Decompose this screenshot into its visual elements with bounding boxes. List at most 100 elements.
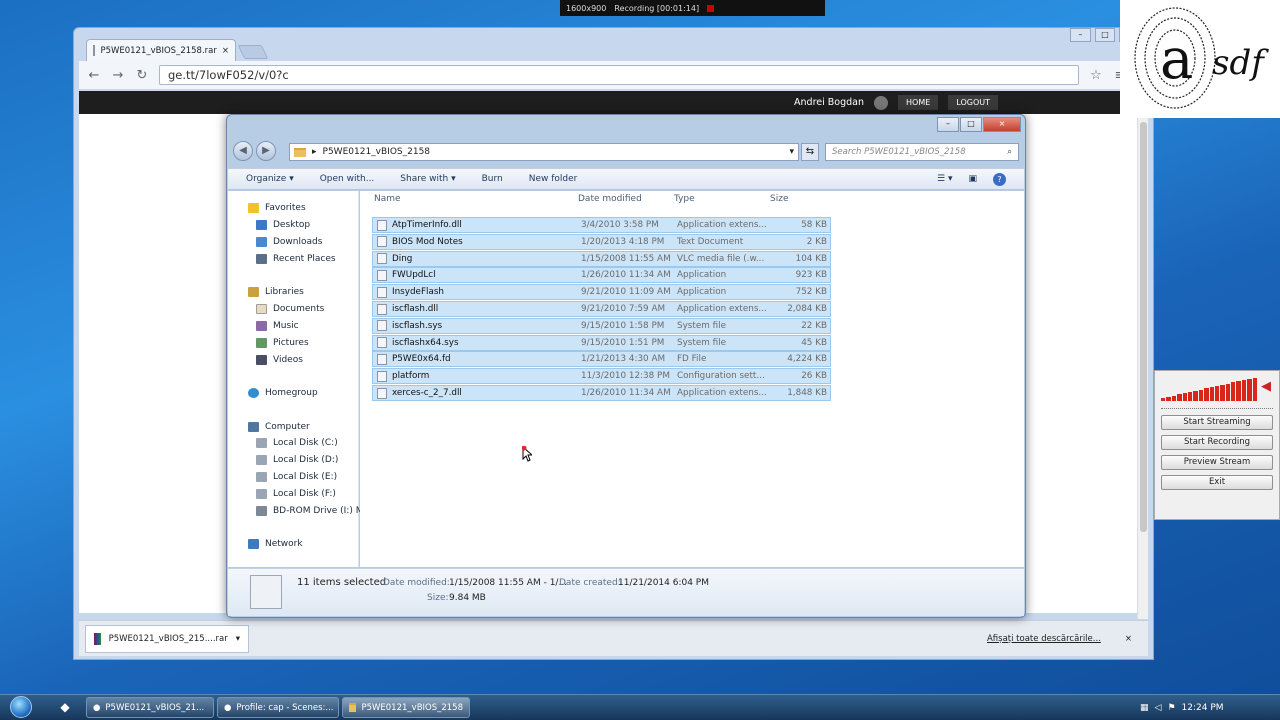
clock[interactable]: 12:24 PM [1182, 703, 1224, 713]
maximize-button[interactable]: □ [1094, 28, 1116, 42]
taskbar-item-browser[interactable]: ● P5WE0121_vBIOS_21... [86, 697, 214, 718]
table-row[interactable]: FWUpdLcl 1/26/2010 11:34 AM Application 923… [372, 267, 831, 284]
nav-recent-places[interactable]: Recent Places [256, 254, 336, 264]
nav-computer[interactable]: Computer [248, 422, 310, 432]
nav-music[interactable]: Music [256, 321, 299, 331]
exit-button[interactable]: Exit [1161, 475, 1273, 490]
breadcrumb-arrow-icon[interactable]: ▸ [312, 147, 317, 157]
nav-disk-c[interactable]: Local Disk (C:) [256, 438, 338, 448]
flag-icon[interactable]: ⚑ [1167, 703, 1175, 713]
size-label: Size: [427, 593, 449, 603]
file-date: 1/15/2008 11:55 AM [581, 253, 671, 264]
refresh-icon[interactable]: ⇆ [801, 143, 819, 161]
url-bar[interactable]: ge.tt/7lowF052/v/0?c [159, 65, 1079, 85]
file-icon [377, 320, 387, 332]
open-with-button[interactable]: Open with... [320, 174, 375, 184]
back-icon[interactable]: ← [87, 68, 101, 83]
speaker-icon[interactable]: ◀ [1261, 379, 1271, 394]
close-tab-icon[interactable]: × [222, 46, 229, 56]
preview-pane-icon[interactable]: ▣ [968, 174, 977, 184]
volume-icon[interactable]: ◁ [1155, 703, 1162, 713]
scrollbar-thumb[interactable] [1140, 122, 1147, 532]
share-with-menu[interactable]: Share with ▾ [400, 174, 455, 184]
back-icon[interactable]: ◀ [233, 141, 253, 161]
nav-downloads[interactable]: Downloads [256, 237, 322, 247]
file-icon [377, 303, 387, 315]
resolution-label: 1600x900 [566, 3, 607, 13]
table-row[interactable]: P5WE0x64.fd 1/21/2013 4:30 AM FD File 4,224… [372, 351, 831, 368]
modified-label: Date modified: [383, 578, 450, 588]
help-icon[interactable]: ? [993, 172, 1006, 186]
browser-tab[interactable]: P5WE0121_vBIOS_2158.rar × [86, 39, 236, 61]
star-icon[interactable]: ☆ [1089, 68, 1103, 83]
volume-slider[interactable] [1161, 405, 1273, 409]
start-streaming-button[interactable]: Start Streaming [1161, 415, 1273, 430]
minimize-button[interactable]: – [1070, 28, 1091, 42]
nav-favorites[interactable]: Favorites [248, 203, 306, 213]
burn-button[interactable]: Burn [482, 174, 503, 184]
maximize-button[interactable]: □ [960, 117, 982, 132]
page-scrollbar[interactable] [1137, 114, 1148, 619]
avatar[interactable] [874, 95, 888, 110]
new-folder-button[interactable]: New folder [529, 174, 578, 184]
file-icon [377, 387, 387, 399]
table-row[interactable]: InsydeFlash 9/21/2010 11:09 AM Application… [372, 284, 831, 301]
table-row[interactable]: iscflash.dll 9/21/2010 7:59 AM Application… [372, 301, 831, 317]
network-icon[interactable]: ▦ [1140, 703, 1149, 713]
home-button[interactable]: HOME [898, 95, 939, 110]
table-row[interactable]: Ding 1/15/2008 11:55 AM VLC media file (.w… [372, 250, 831, 267]
nav-disk-f[interactable]: Local Disk (F:) [256, 489, 336, 499]
minimize-button[interactable]: – [937, 117, 959, 132]
table-row[interactable]: iscflashx64.sys 9/15/2010 1:51 PM System f… [372, 334, 831, 351]
meter-bar [1231, 382, 1236, 401]
column-size[interactable]: Size [770, 194, 824, 210]
nav-libraries[interactable]: Libraries [248, 287, 304, 297]
column-name[interactable]: Name [370, 194, 578, 210]
search-input[interactable]: Search P5WE0121_vBIOS_2158 ⌕ [825, 143, 1019, 161]
table-row[interactable]: xerces-c_2_7.dll 1/26/2010 11:34 AM Applic… [372, 385, 831, 401]
chevron-down-icon[interactable]: ▾ [789, 147, 794, 157]
address-bar[interactable]: ▸ P5WE0121_vBIOS_2158 ▾ [289, 143, 799, 161]
file-size: 4,224 KB [787, 354, 827, 365]
nav-bd-rom[interactable]: BD-ROM Drive (I:) M [256, 506, 364, 516]
forward-icon[interactable]: ▶ [256, 141, 276, 161]
taskbar-item-obs[interactable]: ● Profile: cap - Scenes:... [217, 697, 339, 718]
table-row[interactable]: platform 11/3/2010 12:38 PM Configuration … [372, 368, 831, 385]
meter-bar [1209, 387, 1214, 401]
nav-videos[interactable]: Videos [256, 355, 303, 365]
rar-icon [94, 632, 101, 645]
stop-icon[interactable] [707, 4, 715, 12]
show-all-downloads-link[interactable]: Afișați toate descărcările... [987, 634, 1101, 644]
nav-disk-e[interactable]: Local Disk (E:) [256, 472, 337, 482]
close-icon[interactable]: × [1125, 634, 1132, 644]
table-row[interactable]: AtpTimerInfo.dll 3/4/2010 3:58 PM Applicat… [372, 217, 831, 233]
preview-stream-button[interactable]: Preview Stream [1161, 455, 1273, 470]
file-icon [377, 353, 387, 365]
music-icon [256, 321, 267, 331]
column-date[interactable]: Date modified [578, 194, 674, 210]
organize-menu[interactable]: Organize ▾ [246, 174, 294, 184]
table-row[interactable]: BIOS Mod Notes 1/20/2013 4:18 PM Text Docu… [372, 233, 831, 250]
column-type[interactable]: Type [674, 194, 770, 210]
start-recording-button[interactable]: Start Recording [1161, 435, 1273, 450]
pinned-app-icon[interactable]: ◆ [54, 697, 76, 718]
nav-desktop[interactable]: Desktop [256, 220, 310, 230]
nav-disk-d[interactable]: Local Disk (D:) [256, 455, 338, 465]
view-options-icon[interactable]: ☰ ▾ [937, 174, 952, 184]
close-button[interactable]: × [983, 117, 1021, 132]
table-row[interactable]: iscflash.sys 9/15/2010 1:58 PM System file… [372, 317, 831, 334]
logout-button[interactable]: LOGOUT [948, 95, 998, 110]
forward-icon[interactable]: → [111, 68, 125, 83]
reload-icon[interactable]: ↻ [135, 68, 149, 83]
nav-network[interactable]: Network [248, 539, 303, 549]
file-size: 923 KB [795, 270, 827, 281]
start-button[interactable] [2, 694, 40, 720]
nav-homegroup[interactable]: Homegroup [248, 388, 318, 398]
nav-pictures[interactable]: Pictures [256, 338, 309, 348]
breadcrumb[interactable]: P5WE0121_vBIOS_2158 [323, 147, 431, 157]
chevron-down-icon[interactable]: ▾ [236, 634, 240, 644]
user-name[interactable]: Andrei Bogdan [794, 97, 864, 108]
taskbar-item-explorer[interactable]: P5WE0121_vBIOS_2158 [342, 697, 470, 718]
nav-documents[interactable]: Documents [256, 304, 324, 314]
download-item[interactable]: P5WE0121_vBIOS_215....rar ▾ [85, 624, 249, 653]
